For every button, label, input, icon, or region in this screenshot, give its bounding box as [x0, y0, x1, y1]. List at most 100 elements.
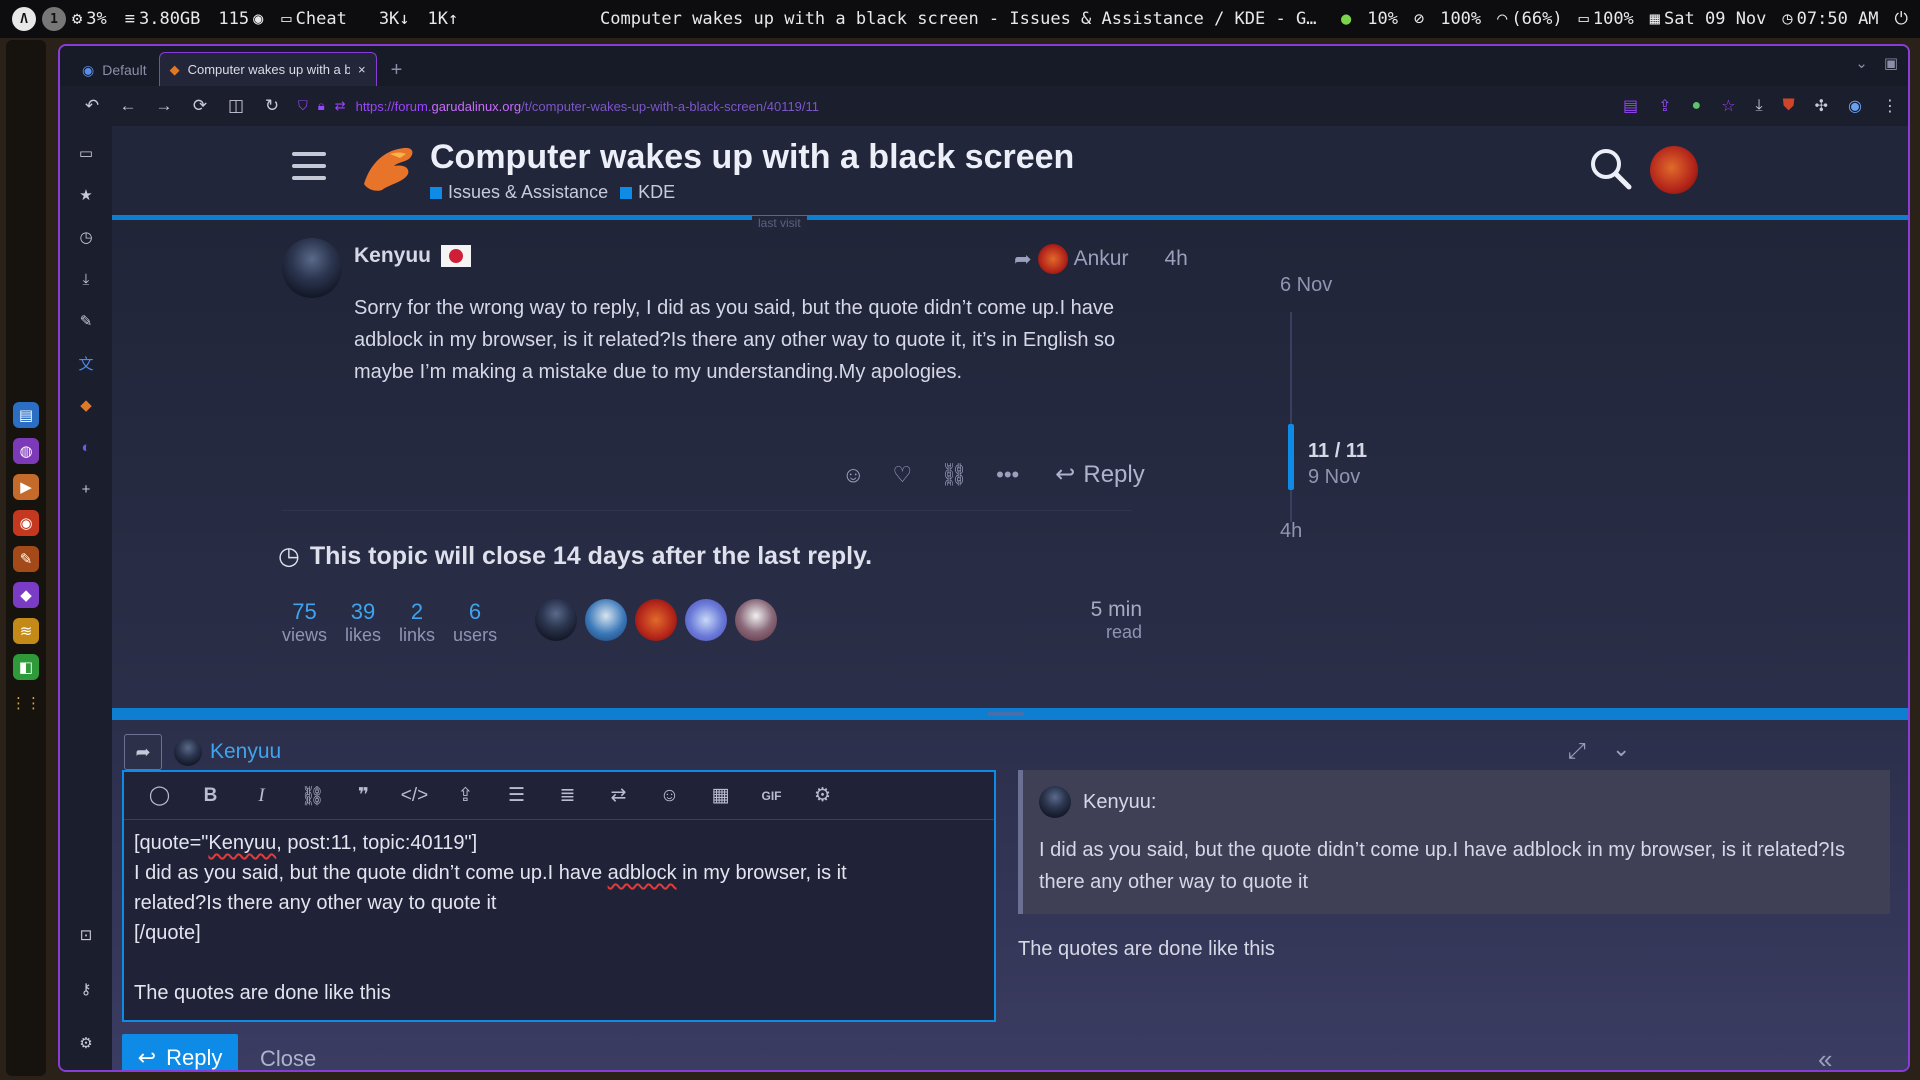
- reload-icon[interactable]: ↻: [254, 96, 290, 116]
- bookmark-star-icon[interactable]: ☆: [1721, 96, 1735, 116]
- permissions-icon[interactable]: ⇄: [335, 98, 346, 114]
- lock-icon[interactable]: 🔒︎: [318, 98, 325, 114]
- sidebar-toggle-icon[interactable]: ◫: [218, 96, 254, 116]
- sidebar-history-icon[interactable]: ◷: [71, 222, 101, 252]
- participant-avatar[interactable]: [735, 599, 778, 641]
- sidebar-settings-icon[interactable]: ⚙: [71, 1028, 101, 1058]
- download-icon[interactable]: ⤓: [1756, 97, 1763, 115]
- stat-likes[interactable]: 39 likes: [345, 599, 381, 646]
- browser-app-icon[interactable]: ◍: [13, 438, 39, 464]
- copy-link-icon[interactable]: ⛓: [940, 462, 968, 488]
- sidebar-history-box-icon[interactable]: ▭: [71, 138, 101, 168]
- workspace-indicator[interactable]: 1: [42, 7, 66, 31]
- composer-action-button[interactable]: ➦: [124, 734, 162, 770]
- tab-default[interactable]: ◉ Default: [70, 54, 159, 86]
- fullscreen-icon[interactable]: ⤢: [1568, 738, 1586, 764]
- search-icon[interactable]: [1588, 146, 1632, 190]
- app-grid-icon[interactable]: ⋮⋮: [11, 690, 41, 716]
- submit-reply-button[interactable]: ↩ Reply: [122, 1034, 238, 1070]
- hub-app-icon[interactable]: ≋: [13, 618, 39, 644]
- assistant-app-icon[interactable]: ✎: [13, 546, 39, 572]
- post-reply-button[interactable]: ↩ Reply: [1055, 460, 1144, 489]
- gif-icon[interactable]: GIF: [746, 789, 797, 803]
- code-icon[interactable]: </>: [389, 785, 440, 807]
- category-kde[interactable]: KDE: [620, 182, 675, 203]
- participant-avatar[interactable]: [685, 599, 728, 641]
- sidebar-notes-icon[interactable]: ✎: [71, 306, 101, 336]
- launcher-icon[interactable]: Λ: [12, 7, 36, 31]
- settings-app-icon[interactable]: ◧: [13, 654, 39, 680]
- avatar[interactable]: [282, 238, 342, 298]
- url-text[interactable]: https://forum.garudalinux.org/t/computer…: [356, 99, 819, 114]
- composer-reply-target[interactable]: Kenyuu: [174, 738, 281, 766]
- category-issues[interactable]: Issues & Assistance: [430, 182, 608, 203]
- undo-icon[interactable]: ↶: [74, 96, 110, 116]
- like-heart-icon[interactable]: ♡: [892, 462, 912, 488]
- quote-reply-icon[interactable]: ◯: [134, 784, 185, 807]
- sidebar-add-icon[interactable]: +: [71, 474, 101, 504]
- share-icon[interactable]: ⇪: [1658, 96, 1671, 116]
- cheat-button[interactable]: ▭ Cheat: [281, 9, 346, 29]
- timeline-start-date[interactable]: 6 Nov: [1280, 274, 1332, 297]
- post-author[interactable]: Kenyuu: [354, 244, 472, 268]
- topic-title[interactable]: Computer wakes up with a black screen: [430, 138, 1074, 177]
- link-icon[interactable]: ⛓: [287, 784, 338, 808]
- extensions-icon[interactable]: ✣: [1815, 96, 1828, 116]
- calendar-icon[interactable]: ▦: [695, 784, 746, 807]
- emoji-reaction-icon[interactable]: ☺: [842, 462, 864, 488]
- minimize-composer-icon[interactable]: ⌄: [1612, 736, 1630, 762]
- upload-icon[interactable]: ⇪: [440, 784, 491, 807]
- composer-resize-grip[interactable]: [988, 712, 1024, 716]
- timeline-track[interactable]: [1290, 312, 1292, 522]
- tab-list-icon[interactable]: ⌄: [1855, 54, 1868, 72]
- extension-green-icon[interactable]: ●: [1692, 97, 1702, 115]
- reply-to-indicator[interactable]: ➦ Ankur 4h: [1014, 244, 1188, 274]
- terminal-icon[interactable]: ▶: [13, 474, 39, 500]
- sidebar-chat-icon[interactable]: ◐: [71, 432, 101, 462]
- new-tab-button[interactable]: +: [391, 54, 403, 86]
- ublock-icon[interactable]: ⛊: [1783, 97, 1795, 115]
- sidebar-downloads-icon[interactable]: ⤓: [71, 264, 101, 294]
- stat-users[interactable]: 6 users: [453, 599, 497, 646]
- menu-icon[interactable]: ⋮: [1882, 96, 1898, 116]
- power-icon[interactable]: ⏻: [1895, 9, 1908, 29]
- sidebar-panel-icon[interactable]: ⊡: [71, 920, 101, 950]
- bullet-list-icon[interactable]: ☰: [491, 784, 542, 807]
- italic-icon[interactable]: I: [236, 785, 287, 807]
- sidebar-translate-icon[interactable]: 文: [71, 348, 101, 378]
- timeline-end[interactable]: 4h: [1280, 520, 1302, 543]
- back-icon[interactable]: ←: [110, 96, 146, 116]
- composer-editor[interactable]: ◯ B I ⛓ ❞ </> ⇪ ☰ ≣ ⇄ ☺ ▦ GIF ⚙ [quote="…: [122, 770, 996, 1022]
- gamepad-icon[interactable]: ◆: [13, 582, 39, 608]
- forward-icon[interactable]: →: [146, 96, 182, 116]
- stat-links[interactable]: 2 links: [399, 599, 435, 646]
- sidebar-garuda-icon[interactable]: ◆: [71, 390, 101, 420]
- sync-icon[interactable]: ⟳: [182, 96, 218, 116]
- post-age[interactable]: 4h: [1164, 247, 1187, 271]
- topic-timeline[interactable]: 6 Nov 11 / 11 9 Nov 4h: [1280, 274, 1420, 542]
- profile-icon[interactable]: ◉: [1848, 96, 1862, 116]
- tab-active[interactable]: ◆ Computer wakes up with a b ×: [158, 52, 377, 86]
- garuda-app-icon[interactable]: ◉: [13, 510, 39, 536]
- garuda-logo[interactable]: [360, 144, 416, 194]
- toggle-direction-icon[interactable]: ⇄: [593, 784, 644, 807]
- shield-icon[interactable]: ⛉: [298, 98, 308, 114]
- blockquote-icon[interactable]: ❞: [338, 784, 389, 807]
- editor-textarea[interactable]: [quote="Kenyuu, post:11, topic:40119"] I…: [124, 820, 994, 1016]
- participant-avatar[interactable]: [535, 599, 578, 641]
- close-tab-icon[interactable]: ×: [358, 62, 366, 77]
- sidebar-key-icon[interactable]: ⚷: [71, 974, 101, 1004]
- url-bar[interactable]: ⛉ 🔒︎ ⇄ https://forum.garudalinux.org/t/c…: [298, 98, 1598, 114]
- close-composer-button[interactable]: Close: [260, 1046, 316, 1070]
- file-manager-icon[interactable]: ▤: [13, 402, 39, 428]
- hamburger-menu-icon[interactable]: [292, 152, 326, 180]
- timeline-handle[interactable]: [1288, 424, 1294, 490]
- sidebar-bookmarks-icon[interactable]: ★: [71, 180, 101, 210]
- current-user-avatar[interactable]: [1650, 146, 1698, 194]
- bold-icon[interactable]: B: [185, 785, 236, 807]
- reader-icon[interactable]: ▤: [1623, 96, 1638, 116]
- numbered-list-icon[interactable]: ≣: [542, 784, 593, 807]
- tab-overview-icon[interactable]: ▣: [1884, 54, 1898, 72]
- participant-avatar[interactable]: [635, 599, 678, 641]
- participant-avatar[interactable]: [585, 599, 628, 641]
